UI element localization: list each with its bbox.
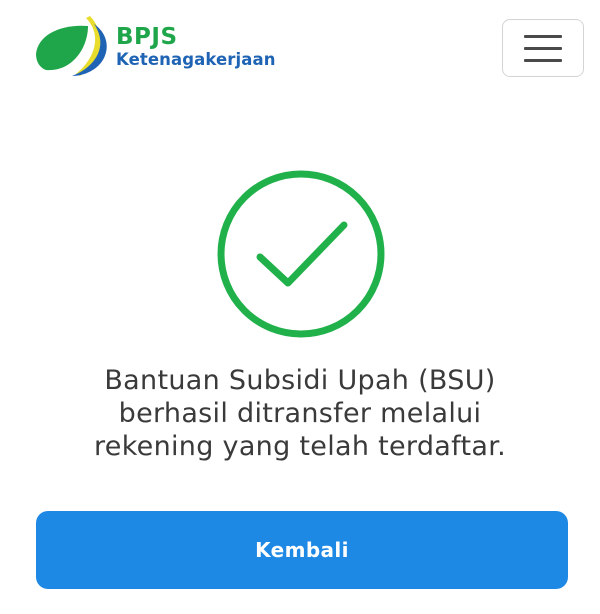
top-header: BPJS Ketenagakerjaan [0, 0, 600, 100]
bpjs-logo[interactable]: BPJS Ketenagakerjaan [32, 14, 276, 80]
success-message-line-2: berhasil ditransfer melalui [118, 398, 482, 429]
hamburger-icon-bar-2 [524, 46, 562, 50]
hamburger-icon-bar-3 [524, 58, 562, 62]
success-message-line-1: Bantuan Subsidi Upah (BSU) [104, 365, 496, 396]
check-circle-icon [217, 170, 385, 338]
logo-subtitle: Ketenagakerjaan [116, 49, 276, 69]
bpjs-leaf-logo-icon [36, 16, 107, 76]
logo-text: BPJS Ketenagakerjaan [116, 23, 276, 69]
menu-button[interactable] [502, 19, 584, 77]
success-status [216, 169, 386, 339]
back-button[interactable]: Kembali [36, 511, 568, 589]
bsu-success-page: BPJS Ketenagakerjaan Bantuan Subsidi Upa… [0, 0, 600, 614]
success-message-line-3: rekening yang telah terdaftar. [93, 431, 507, 462]
hamburger-icon [524, 34, 562, 38]
logo-title: BPJS [116, 23, 178, 50]
success-message: Bantuan Subsidi Upah (BSU) berhasil ditr… [40, 364, 560, 463]
